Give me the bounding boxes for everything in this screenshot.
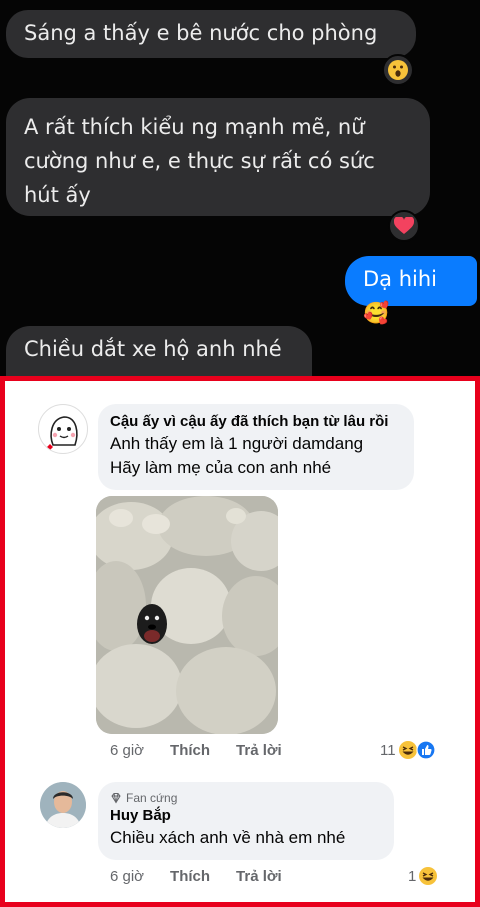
commenter-name[interactable]: Huy Bắp bbox=[110, 806, 382, 826]
like-button[interactable]: Thích bbox=[170, 868, 210, 885]
commenter-avatar[interactable] bbox=[38, 404, 88, 454]
comment-bubble: Fan cứng Huy Bắp Chiều xách anh về nhà e… bbox=[98, 782, 394, 860]
top-fan-badge: Fan cứng bbox=[110, 790, 382, 806]
commenter-avatar[interactable] bbox=[40, 782, 86, 828]
badge-label: Fan cứng bbox=[126, 791, 178, 805]
comment-text-line: Hãy làm mẹ của con anh nhé bbox=[110, 458, 332, 477]
comment-photo[interactable] bbox=[96, 496, 278, 734]
message-text-line: hút ấy bbox=[24, 183, 91, 207]
message-bubble[interactable]: A rất thích kiểu ng mạnh mẽ, nữ cường nh… bbox=[6, 98, 430, 216]
comment-actions: 6 giờ Thích Trả lời bbox=[110, 742, 282, 759]
reply-button[interactable]: Trả lời bbox=[236, 868, 282, 885]
haha-reaction-icon bbox=[398, 741, 417, 759]
messenger-conversation: Sáng a thấy e bê nước cho phòng A rất th… bbox=[0, 0, 480, 378]
haha-reaction-icon bbox=[419, 867, 438, 885]
wow-reaction-icon[interactable] bbox=[382, 54, 414, 86]
like-button[interactable]: Thích bbox=[170, 742, 210, 759]
comment-text-line: Chiều xách anh về nhà em nhé bbox=[110, 828, 346, 847]
comment-timestamp: 6 giờ bbox=[110, 742, 145, 759]
heart-reaction-icon[interactable] bbox=[388, 210, 420, 242]
reaction-summary[interactable]: 1 bbox=[408, 866, 438, 886]
diamond-icon bbox=[111, 793, 121, 804]
comment-timestamp: 6 giờ bbox=[110, 868, 145, 885]
message-text: Dạ hihi 🥰 bbox=[363, 267, 438, 325]
message-text: Sáng a thấy e bê nước cho phòng bbox=[24, 21, 378, 45]
message-bubble[interactable]: Sáng a thấy e bê nước cho phòng bbox=[6, 10, 416, 58]
comment-bubble: Cậu ấy vì cậu ấy đã thích bạn từ lâu rồi… bbox=[98, 404, 414, 490]
like-reaction-icon bbox=[415, 740, 436, 760]
comment-actions: 6 giờ Thích Trả lời bbox=[110, 868, 282, 885]
reaction-count: 11 bbox=[380, 741, 396, 759]
comment-text-line: Anh thấy em là 1 người damdang bbox=[110, 434, 364, 453]
message-text-line: A rất thích kiểu ng mạnh mẽ, nữ bbox=[24, 115, 365, 139]
sent-message-bubble[interactable]: Dạ hihi 🥰 bbox=[345, 256, 477, 325]
message-text: Chiều dắt xe hộ anh nhé bbox=[24, 337, 282, 361]
message-text-line: cường như e, e thực sự rất có sức bbox=[24, 149, 375, 173]
reaction-count: 1 bbox=[408, 867, 417, 885]
message-bubble[interactable]: Chiều dắt xe hộ anh nhé bbox=[6, 326, 312, 378]
reaction-summary[interactable]: 11 bbox=[380, 740, 436, 760]
reply-button[interactable]: Trả lời bbox=[236, 742, 282, 759]
commenter-name[interactable]: Cậu ấy vì cậu ấy đã thích bạn từ lâu rồi bbox=[110, 412, 402, 432]
